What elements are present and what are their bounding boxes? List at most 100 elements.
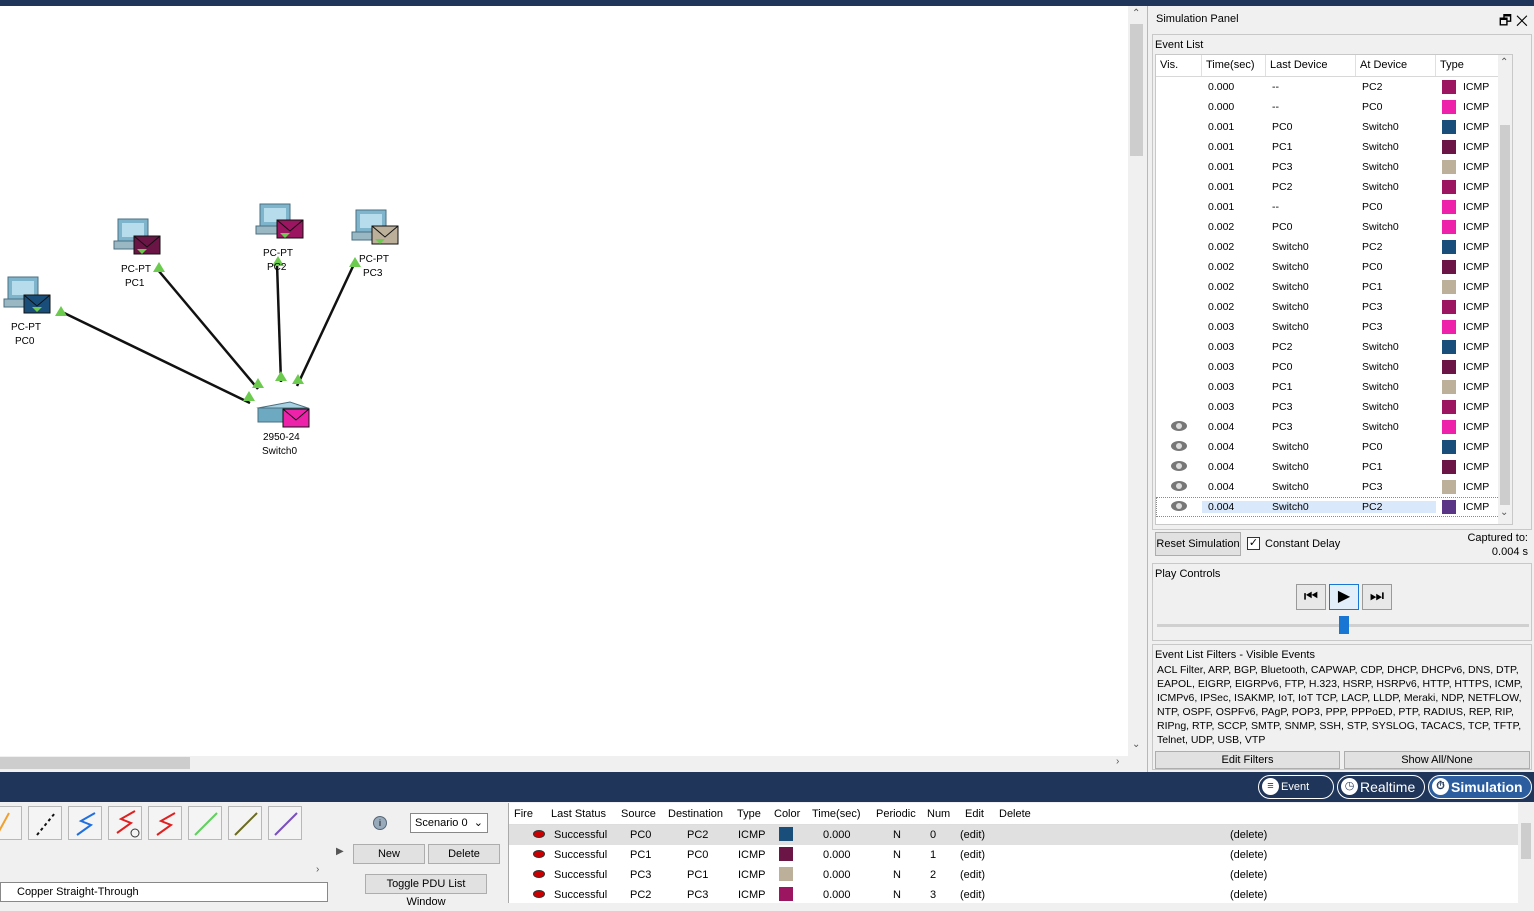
fire-icon[interactable] — [533, 890, 545, 898]
constant-delay-checkbox[interactable]: ✓ — [1247, 537, 1260, 550]
back-button[interactable]: ⏮ — [1296, 584, 1326, 610]
scroll-thumb[interactable] — [0, 757, 190, 769]
col-at-device[interactable]: At Device — [1356, 55, 1436, 76]
show-all-none-button[interactable]: Show All/None — [1344, 751, 1530, 769]
fire-cell[interactable] — [509, 869, 546, 881]
scroll-thumb[interactable] — [1521, 823, 1531, 859]
cable-copper-straight[interactable] — [68, 806, 102, 840]
device-switch0[interactable]: 2950-24 Switch0 — [256, 401, 310, 457]
pdu-row[interactable]: Successful PC0 PC2 ICMP 0.000 N 0 (edit) (delete… — [509, 825, 1534, 845]
event-row[interactable]: 0.002 PC0 Switch0 ICMP — [1156, 217, 1512, 237]
event-row[interactable]: 0.004 PC3 Switch0 ICMP — [1156, 417, 1512, 437]
event-row[interactable]: 0.001 -- PC0 ICMP — [1156, 197, 1512, 217]
edit-link[interactable]: (edit) — [960, 829, 1230, 841]
event-row[interactable]: 0.003 PC1 Switch0 ICMP — [1156, 377, 1512, 397]
event-row[interactable]: 0.003 PC3 Switch0 ICMP — [1156, 397, 1512, 417]
event-row[interactable]: 0.004 Switch0 PC1 ICMP — [1156, 457, 1512, 477]
cable-console[interactable] — [28, 806, 62, 840]
close-icon[interactable]: ✕ — [1516, 12, 1528, 28]
workspace-canvas[interactable]: PC-PT PC0 PC-PT PC1 PC-PT PC2 PC-PT PC3 … — [0, 6, 1128, 756]
play-speed-slider-thumb[interactable] — [1339, 616, 1349, 634]
link-pc2-switch0[interactable] — [275, 263, 283, 383]
event-row[interactable]: 0.000 -- PC0 ICMP — [1156, 97, 1512, 117]
info-icon[interactable]: i — [373, 816, 387, 830]
event-row[interactable]: 0.001 PC3 Switch0 ICMP — [1156, 157, 1512, 177]
event-row[interactable]: 0.002 Switch0 PC3 ICMP — [1156, 297, 1512, 317]
fire-icon[interactable] — [533, 870, 545, 878]
device-pc3[interactable]: PC-PT PC3 — [351, 209, 399, 279]
device-pc0[interactable]: PC-PT PC0 — [3, 276, 51, 347]
col-last-device[interactable]: Last Device — [1266, 55, 1356, 76]
event-row[interactable]: 0.003 Switch0 PC3 ICMP — [1156, 317, 1512, 337]
event-row[interactable]: 0.004 Switch0 PC2 ICMP — [1156, 497, 1512, 517]
cable-coaxial[interactable] — [268, 806, 302, 840]
toggle-pdu-list-button[interactable]: Toggle PDU List Window — [365, 874, 487, 908]
delete-link[interactable]: (delete) — [1230, 829, 1290, 841]
fire-icon[interactable] — [533, 830, 545, 838]
last-device-cell: Switch0 — [1272, 481, 1309, 493]
scenario-select[interactable]: Scenario 0 ⌄ — [410, 813, 488, 833]
event-row[interactable]: 0.000 -- PC2 ICMP — [1156, 77, 1512, 97]
scroll-up-icon[interactable]: ⌃ — [1132, 8, 1140, 19]
cable-serial[interactable] — [148, 806, 182, 840]
capture-forward-button[interactable]: ⏭ — [1362, 584, 1392, 610]
event-row[interactable]: 0.004 Switch0 PC3 ICMP — [1156, 477, 1512, 497]
link-pc3-switch0[interactable] — [295, 261, 357, 387]
reset-simulation-button[interactable]: Reset Simulation — [1155, 532, 1241, 556]
event-row[interactable]: 0.003 PC2 Switch0 ICMP — [1156, 337, 1512, 357]
simulation-button[interactable]: ⏱ Simulation — [1428, 775, 1532, 799]
fire-icon[interactable] — [533, 850, 545, 858]
play-button[interactable]: ▶ — [1329, 584, 1359, 610]
pdu-row[interactable]: Successful PC3 PC1 ICMP 0.000 N 2 (edit) (delete… — [509, 865, 1534, 885]
scroll-right-icon[interactable]: › — [1116, 756, 1119, 767]
realtime-button[interactable]: ◷ Realtime — [1337, 775, 1425, 799]
delete-link[interactable]: (delete) — [1230, 849, 1290, 861]
delete-link[interactable]: (delete) — [1230, 889, 1290, 901]
edit-link[interactable]: (edit) — [960, 889, 1230, 901]
canvas-vertical-scrollbar[interactable]: ⌃ ⌄ — [1128, 6, 1145, 758]
edit-link[interactable]: (edit) — [960, 849, 1230, 861]
scroll-thumb[interactable] — [1130, 24, 1143, 156]
event-row[interactable]: 0.001 PC2 Switch0 ICMP — [1156, 177, 1512, 197]
event-row[interactable]: 0.003 PC0 Switch0 ICMP — [1156, 357, 1512, 377]
pdu-list-table[interactable]: Fire Last Status Source Destination Type… — [508, 803, 1534, 903]
scroll-right-icon[interactable]: › — [316, 864, 319, 875]
pdu-list-scrollbar[interactable] — [1518, 803, 1534, 903]
canvas-horizontal-scrollbar[interactable]: › — [0, 756, 1128, 770]
fire-cell[interactable] — [509, 849, 546, 861]
scroll-down-icon[interactable]: ⌄ — [1500, 507, 1508, 518]
event-row[interactable]: 0.002 Switch0 PC2 ICMP — [1156, 237, 1512, 257]
cable-phone[interactable] — [228, 806, 262, 840]
new-scenario-button[interactable]: New — [353, 844, 425, 864]
event-list-button[interactable]: ≡Event List — [1258, 775, 1334, 815]
scroll-up-icon[interactable]: ⌃ — [1500, 57, 1508, 68]
device-pc1[interactable]: PC-PT PC1 — [113, 218, 161, 289]
delete-link[interactable]: (delete) — [1230, 869, 1290, 881]
restore-window-icon[interactable]: 🗗 — [1499, 12, 1512, 28]
event-list-scrollbar[interactable]: ⌃ ⌄ — [1498, 55, 1512, 524]
event-row[interactable]: 0.001 PC1 Switch0 ICMP — [1156, 137, 1512, 157]
cable-fiber[interactable] — [188, 806, 222, 840]
pdu-row[interactable]: Successful PC1 PC0 ICMP 0.000 N 1 (edit) (delete… — [509, 845, 1534, 865]
scroll-thumb[interactable] — [1500, 125, 1510, 505]
col-time[interactable]: Time(sec) — [1202, 55, 1266, 76]
link-pc0-switch0[interactable] — [59, 309, 251, 405]
event-list-table[interactable]: Vis. Time(sec) Last Device At Device Typ… — [1155, 54, 1513, 525]
edit-link[interactable]: (edit) — [960, 869, 1230, 881]
delete-scenario-button[interactable]: Delete — [428, 844, 500, 864]
event-row[interactable]: 0.002 Switch0 PC0 ICMP — [1156, 257, 1512, 277]
event-row[interactable]: 0.001 PC0 Switch0 ICMP — [1156, 117, 1512, 137]
cable-auto[interactable] — [0, 806, 22, 840]
device-pc2[interactable]: PC-PT PC2 — [255, 203, 304, 273]
expand-arrow-icon[interactable]: ▶ — [336, 846, 344, 857]
col-vis[interactable]: Vis. — [1156, 55, 1202, 76]
cable-copper-cross[interactable] — [108, 806, 142, 840]
link-pc1-switch0[interactable] — [157, 269, 259, 390]
fire-cell[interactable] — [509, 889, 546, 901]
scroll-down-icon[interactable]: ⌄ — [1132, 739, 1140, 750]
edit-filters-button[interactable]: Edit Filters — [1155, 751, 1340, 769]
pdu-row[interactable]: Successful PC2 PC3 ICMP 0.000 N 3 (edit) (delete… — [509, 885, 1534, 905]
event-row[interactable]: 0.002 Switch0 PC1 ICMP — [1156, 277, 1512, 297]
event-row[interactable]: 0.004 Switch0 PC0 ICMP — [1156, 437, 1512, 457]
fire-cell[interactable] — [509, 829, 546, 841]
